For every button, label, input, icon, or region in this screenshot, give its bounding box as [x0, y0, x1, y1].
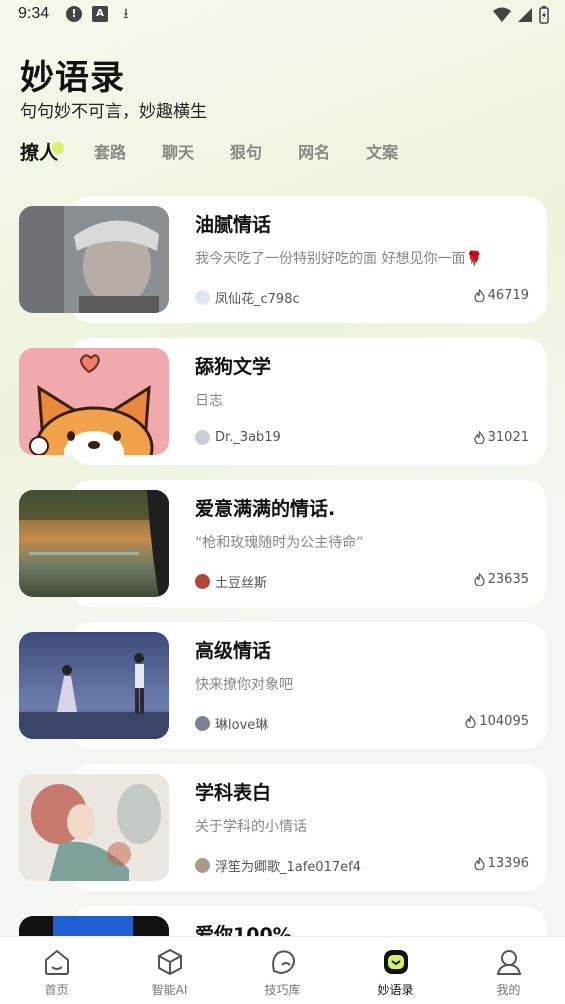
- ai-cube-icon: [157, 948, 182, 976]
- likes-count: 31021: [487, 430, 529, 445]
- bottom-navigation: 首页 智能AI 技巧库 妙语录 我的: [0, 936, 565, 1004]
- card-likes: 31021: [474, 430, 529, 445]
- likes-count: 13396: [487, 856, 529, 871]
- card-title: 学科表白: [195, 782, 272, 804]
- alert-icon: !: [66, 6, 82, 22]
- card-author: 琳love琳: [195, 714, 268, 733]
- list-item[interactable]: 爱意满满的情话. “枪和玫瑰随时为公主待命” 土豆丝斯 23635: [19, 480, 547, 607]
- nav-tips[interactable]: 技巧库: [226, 937, 339, 1004]
- fire-icon: [465, 715, 476, 728]
- card-description: 关于学科的小情话: [195, 819, 307, 835]
- author-name: 土豆丝斯: [215, 576, 268, 591]
- signal-icon: [518, 8, 532, 22]
- fire-icon: [474, 573, 485, 586]
- likes-count: 104095: [479, 714, 529, 729]
- tab-liaoren[interactable]: 撩人: [20, 140, 65, 170]
- battery-icon: [539, 6, 549, 24]
- card-description: 快来撩你对象吧: [195, 677, 293, 693]
- nav-label: 首页: [44, 983, 69, 997]
- tab-wenan[interactable]: 文案: [366, 140, 398, 170]
- nav-home[interactable]: 首页: [0, 937, 113, 1004]
- fire-icon: [474, 431, 485, 444]
- category-tabs: 撩人 套路 聊天 狠句 网名 文案: [20, 140, 434, 170]
- avatar: [195, 290, 210, 305]
- card-thumbnail: [19, 490, 169, 597]
- avatar: [195, 858, 210, 873]
- author-name: Dr._3ab19: [215, 430, 281, 445]
- nav-ai[interactable]: 智能AI: [113, 937, 226, 1004]
- card-likes: 23635: [474, 572, 529, 587]
- nav-profile[interactable]: 我的: [452, 937, 565, 1004]
- card-description: 日志: [195, 393, 223, 409]
- card-likes: 46719: [474, 288, 529, 303]
- card-title: 油腻情话: [195, 214, 272, 236]
- page-title: 妙语录: [20, 58, 125, 98]
- card-likes: 104095: [465, 714, 529, 729]
- author-name: 浮笙为卿歌_1afe017ef4: [215, 860, 361, 875]
- card-thumbnail: [19, 632, 169, 739]
- nav-label: 妙语录: [377, 983, 414, 997]
- author-name: 凤仙花_c798c: [215, 292, 300, 307]
- tab-wangming[interactable]: 网名: [298, 140, 330, 170]
- card-author: 凤仙花_c798c: [195, 288, 300, 307]
- status-bar: 9:34 ! A ⭳: [0, 0, 565, 32]
- card-author: Dr._3ab19: [195, 430, 281, 445]
- card-thumbnail: [19, 348, 169, 455]
- tab-taolu[interactable]: 套路: [94, 140, 126, 170]
- status-time: 9:34: [18, 5, 50, 22]
- tab-liaotian[interactable]: 聊天: [162, 140, 194, 170]
- list-item[interactable]: 油腻情话 我今天吃了一份特别好吃的面 好想见你一面🌹 凤仙花_c798c 467…: [19, 196, 547, 323]
- likes-count: 46719: [487, 288, 529, 303]
- nav-label: 智能AI: [151, 983, 188, 997]
- card-thumbnail: [19, 774, 169, 881]
- fire-icon: [474, 857, 485, 870]
- card-likes: 13396: [474, 856, 529, 871]
- card-title: 高级情话: [195, 640, 272, 662]
- card-author: 土豆丝斯: [195, 572, 267, 591]
- card-title: 舔狗文学: [195, 356, 272, 378]
- nav-label: 技巧库: [264, 983, 301, 997]
- card-description: “枪和玫瑰随时为公主待命”: [195, 535, 364, 551]
- avatar: [195, 574, 210, 589]
- profile-icon: [496, 950, 521, 975]
- list-item[interactable]: 高级情话 快来撩你对象吧 琳love琳 104095: [19, 622, 547, 749]
- author-name: 琳love琳: [215, 718, 269, 733]
- card-thumbnail: [19, 206, 169, 313]
- list-item[interactable]: 学科表白 关于学科的小情话 浮笙为卿歌_1afe017ef4 13396: [19, 764, 547, 891]
- app-notification-icon: A: [92, 6, 108, 22]
- card-description: 我今天吃了一份特别好吃的面 好想见你一面🌹: [195, 251, 483, 267]
- wifi-icon: [493, 7, 511, 22]
- avatar: [195, 430, 210, 445]
- page-subtitle: 句句妙不可言，妙趣横生: [20, 102, 207, 122]
- list-item[interactable]: 舔狗文学 日志 Dr._3ab19 31021: [19, 338, 547, 465]
- nav-label: 我的: [496, 983, 521, 997]
- home-icon: [44, 949, 69, 975]
- tips-icon: [271, 950, 295, 975]
- tab-henju[interactable]: 狠句: [230, 140, 262, 170]
- fire-icon: [474, 289, 485, 302]
- avatar: [195, 716, 210, 731]
- download-icon: ⭳: [123, 6, 129, 22]
- nav-quotes[interactable]: 妙语录: [339, 937, 452, 1004]
- card-title: 爱意满满的情话.: [195, 498, 336, 520]
- quotes-icon: [383, 950, 408, 974]
- card-author: 浮笙为卿歌_1afe017ef4: [195, 856, 361, 875]
- likes-count: 23635: [487, 572, 529, 587]
